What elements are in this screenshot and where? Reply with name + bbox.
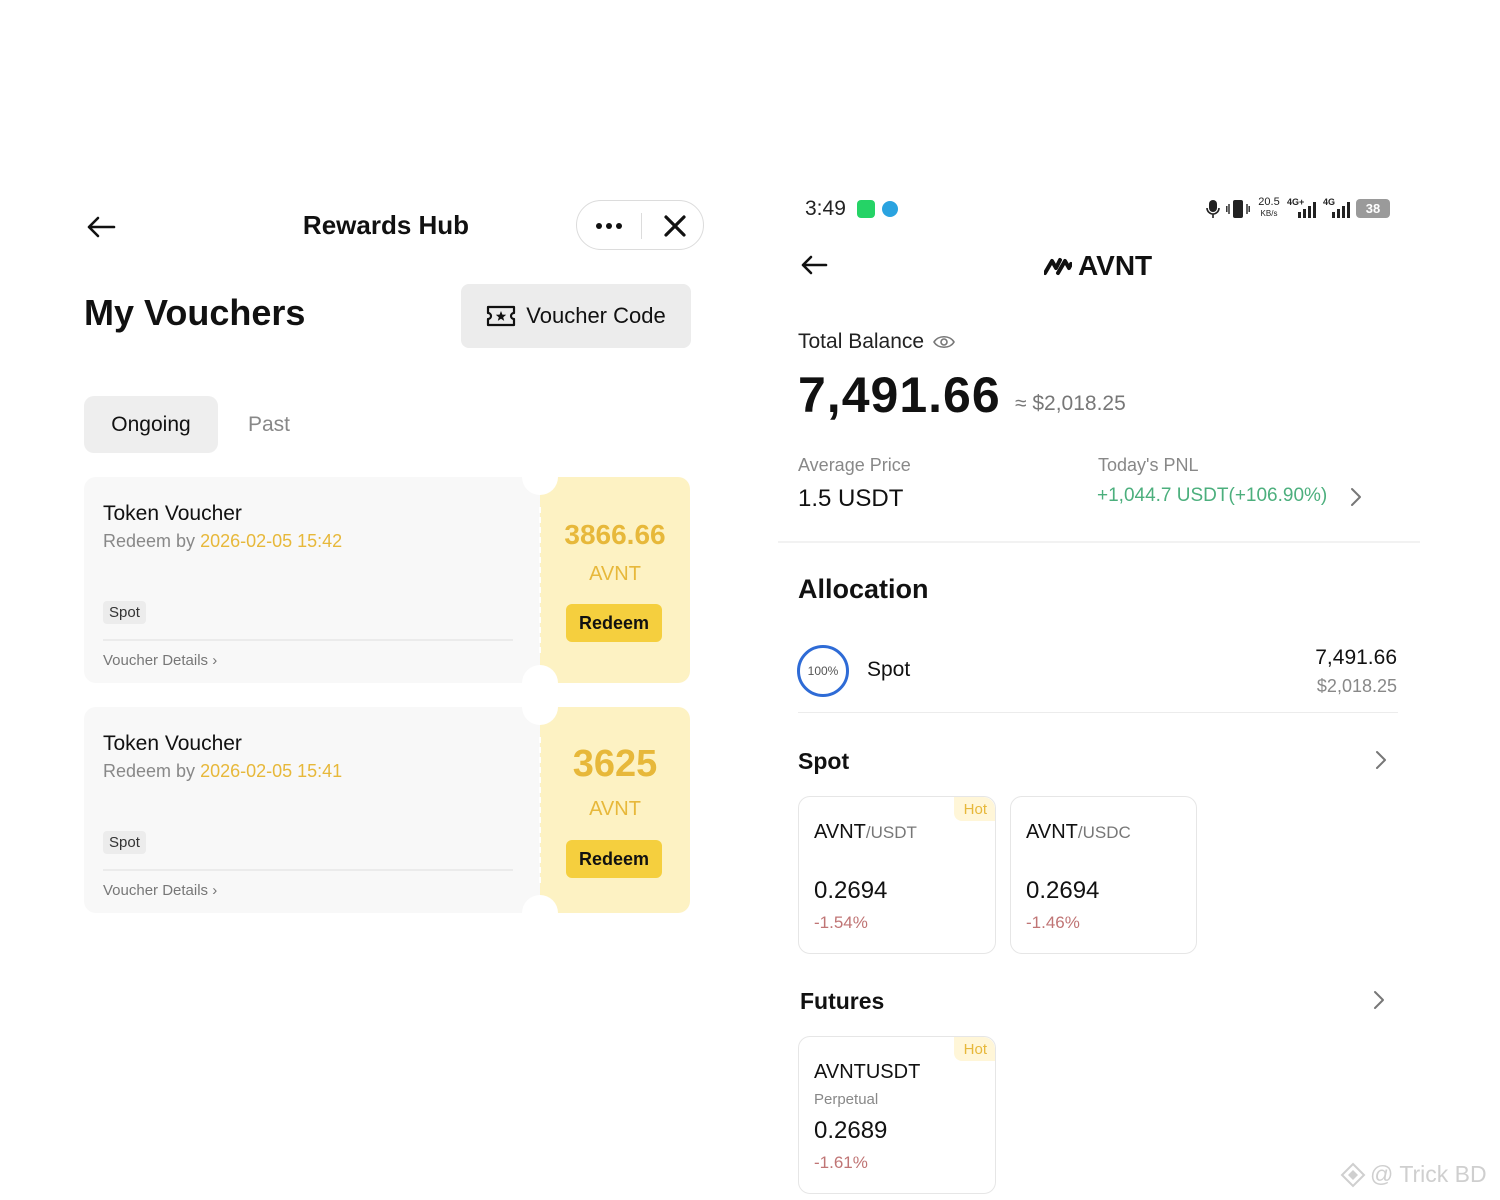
dot: [596, 223, 602, 229]
allocation-title: Allocation: [798, 574, 929, 604]
voucher-unit: AVNT: [589, 563, 641, 585]
allocation-item-name: Spot: [867, 658, 911, 681]
redeem-by-date: 2026-02-05 15:41: [200, 761, 343, 781]
hot-badge: Hot: [953, 797, 995, 821]
vibrate-icon: [1226, 200, 1250, 218]
whatsapp-icon: [857, 200, 875, 218]
redeem-by-label: Redeem by: [103, 761, 201, 781]
voucher-divider: [103, 869, 513, 871]
voucher-tag: Spot: [103, 601, 146, 624]
futures-market-card[interactable]: Hot AVNTUSDT Perpetual 0.2689 -1.61%: [798, 1036, 996, 1194]
network1-text: 4G+: [1287, 197, 1304, 207]
avnt-logo-icon: [1044, 258, 1072, 275]
status-time: 3:49: [805, 197, 846, 220]
voucher-code-button[interactable]: Voucher Code: [461, 284, 691, 348]
voucher-divider: [103, 639, 513, 641]
back-arrow-icon[interactable]: [84, 210, 118, 244]
redeem-by-label: Redeem by: [103, 531, 201, 551]
microphone-icon: [1206, 200, 1220, 218]
market-contract-type: Perpetual: [814, 1091, 879, 1108]
market-pair: AVNT/USDC: [1026, 821, 1131, 844]
watermark: @ Trick BD: [1340, 1161, 1487, 1188]
market-quote: /USDT: [865, 823, 917, 842]
voucher-code-label: Voucher Code: [526, 303, 666, 328]
redeem-button[interactable]: Redeem: [566, 604, 662, 642]
voucher-notch-top: [522, 459, 558, 495]
signal-4g-plus-icon: 4G+: [1287, 197, 1316, 218]
voucher-notch-top: [522, 689, 558, 725]
allocation-item-value: 7,491.66: [1315, 646, 1397, 669]
market-change: -1.54%: [814, 913, 868, 932]
voucher-amount: 3866.66: [564, 519, 666, 550]
ticket-star-icon: [487, 305, 516, 327]
average-price-value: 1.5 USDT: [798, 485, 904, 512]
battery-icon: 38: [1356, 199, 1390, 218]
dot: [606, 223, 612, 229]
hot-badge: Hot: [953, 1037, 995, 1061]
average-price-label: Average Price: [798, 455, 911, 475]
more-options-button[interactable]: [591, 209, 627, 243]
watermark-text: @ Trick BD: [1370, 1161, 1487, 1187]
section-divider: [778, 541, 1420, 543]
back-arrow-icon[interactable]: [798, 249, 830, 281]
voucher-notch-bottom: [522, 895, 558, 931]
network2-text: 4G: [1323, 197, 1335, 207]
network-speed-unit: KB/s: [1260, 209, 1278, 218]
allocation-item-usd: $2,018.25: [1316, 676, 1397, 696]
voucher-details-link[interactable]: Voucher Details ›: [103, 882, 217, 899]
close-icon[interactable]: [659, 210, 691, 242]
tab-ongoing[interactable]: Ongoing: [84, 396, 218, 453]
market-change: -1.61%: [814, 1153, 868, 1172]
spot-market-card[interactable]: AVNT/USDC 0.2694 -1.46%: [1010, 796, 1197, 954]
voucher-title: Token Voucher: [103, 502, 242, 525]
telegram-icon: [882, 201, 898, 217]
page-header-title: Rewards Hub: [302, 210, 470, 240]
chevron-right-icon[interactable]: [1348, 485, 1364, 509]
voucher-redeem-by: Redeem by 2026-02-05 15:41: [103, 761, 342, 782]
watermark-logo-icon: [1340, 1162, 1366, 1187]
todays-pnl-value[interactable]: +1,044.7 USDT(+106.90%): [1097, 485, 1327, 507]
redeem-button[interactable]: Redeem: [566, 840, 662, 878]
total-balance-usd: ≈ $2,018.25: [1015, 392, 1126, 415]
signal-4g-icon: 4G: [1323, 197, 1350, 218]
futures-section-title: Futures: [800, 988, 885, 1014]
market-price: 0.2694: [1026, 877, 1100, 904]
market-quote: /USDC: [1077, 823, 1131, 842]
mini-app-capsule: [576, 200, 704, 250]
voucher-title: Token Voucher: [103, 732, 242, 755]
market-price: 0.2689: [814, 1117, 888, 1144]
section-divider: [798, 712, 1398, 713]
page-header-title: AVNT: [1078, 250, 1153, 281]
market-price: 0.2694: [814, 877, 888, 904]
todays-pnl-label: Today's PNL: [1098, 455, 1199, 475]
market-symbol: AVNTUSDT: [814, 1061, 921, 1083]
market-pair: AVNT/USDT: [814, 821, 917, 844]
chevron-right-icon[interactable]: [1373, 748, 1389, 772]
eye-icon[interactable]: [933, 333, 955, 351]
page-title: My Vouchers: [84, 292, 306, 333]
spot-section-title: Spot: [798, 748, 850, 774]
voucher-tag: Spot: [103, 831, 146, 854]
network-speed-value: 20.5: [1258, 196, 1280, 208]
voucher-unit: AVNT: [589, 798, 641, 820]
allocation-ring: 100%: [797, 645, 849, 697]
spot-market-card[interactable]: Hot AVNT/USDT 0.2694 -1.54%: [798, 796, 996, 954]
capsule-divider: [641, 213, 642, 239]
tab-past[interactable]: Past: [232, 396, 306, 453]
voucher-redeem-by: Redeem by 2026-02-05 15:42: [103, 531, 342, 552]
voucher-card: Token Voucher Redeem by 2026-02-05 15:41…: [84, 689, 690, 931]
redeem-by-date: 2026-02-05 15:42: [200, 531, 343, 551]
total-balance-label: Total Balance: [798, 330, 925, 353]
voucher-details-link[interactable]: Voucher Details ›: [103, 652, 217, 669]
market-change: -1.46%: [1026, 913, 1080, 932]
network-speed: 20.5 KB/s: [1255, 197, 1283, 219]
market-base: AVNT: [1026, 821, 1078, 843]
chevron-right-icon[interactable]: [1371, 988, 1387, 1012]
market-base: AVNT: [814, 821, 866, 843]
total-balance-value: 7,491.66: [798, 367, 1001, 423]
dot: [616, 223, 622, 229]
voucher-amount: 3625: [572, 743, 658, 785]
voucher-card: Token Voucher Redeem by 2026-02-05 15:42…: [84, 459, 690, 701]
